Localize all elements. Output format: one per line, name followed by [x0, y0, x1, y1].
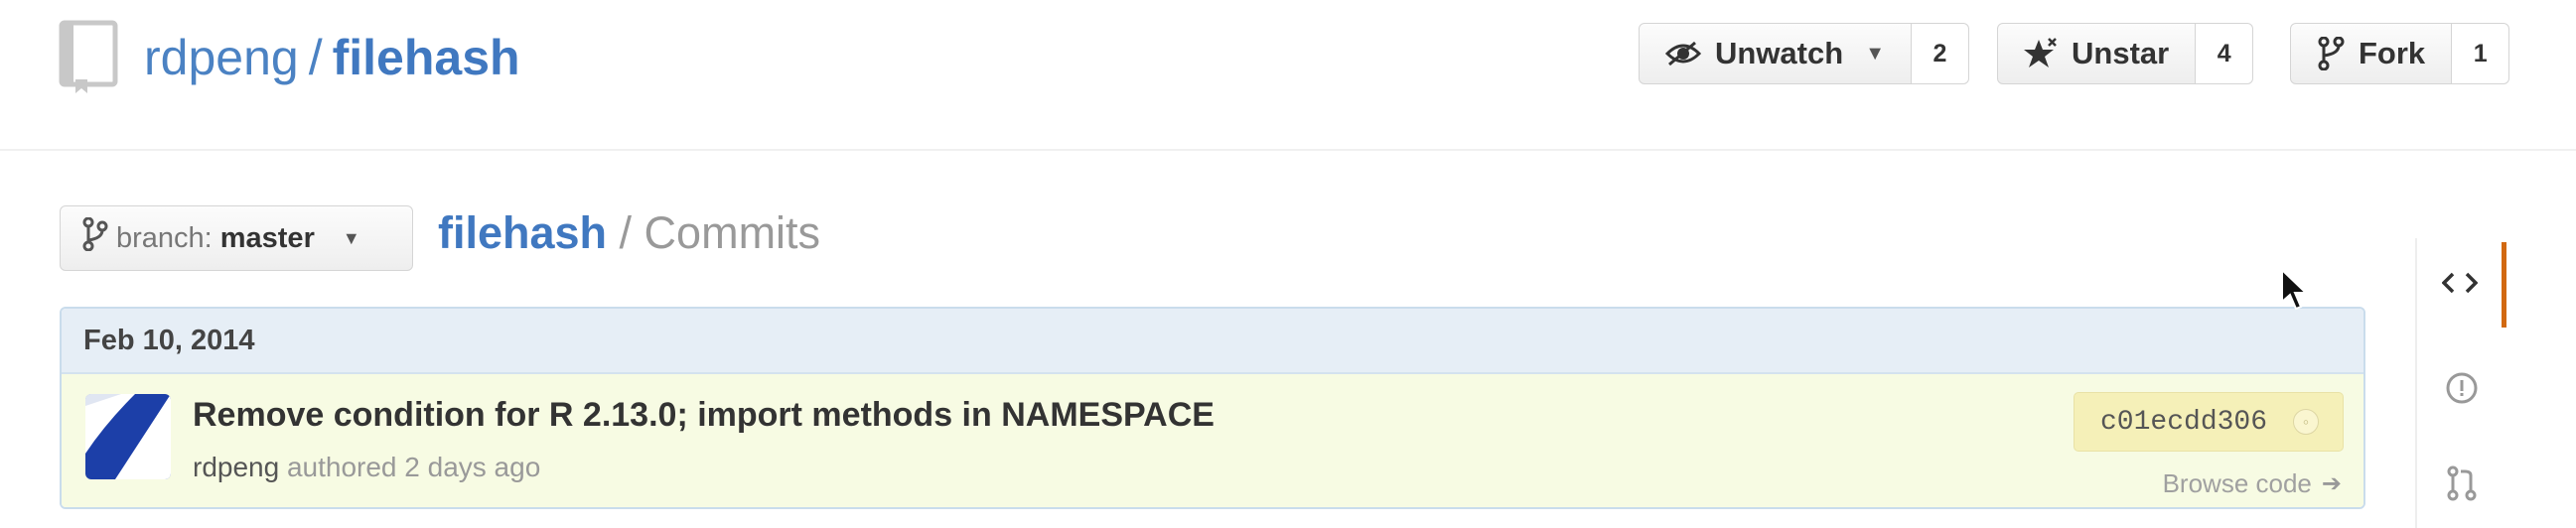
repo-owner-link[interactable]: rdpeng — [144, 30, 299, 85]
repo-name-link[interactable]: filehash — [333, 30, 520, 85]
avatar[interactable] — [85, 394, 171, 479]
repo-icon — [58, 20, 119, 93]
fork-label: Fork — [2359, 36, 2426, 70]
commit-row[interactable]: Remove condition for R 2.13.0; import me… — [62, 374, 2363, 507]
browse-code-link[interactable]: Browse code ➔ — [2163, 468, 2342, 499]
chevron-down-icon: ▼ — [1865, 42, 1885, 65]
fork-button[interactable]: Fork — [2290, 23, 2453, 84]
commit-message-link[interactable]: Remove condition for R 2.13.0; import me… — [193, 396, 1215, 435]
branch-icon — [82, 216, 108, 259]
repo-header: rdpeng / filehash Unwatch ▼ 2 Unstar 4 F… — [0, 0, 2576, 151]
commit-authored-time: authored 2 days ago — [279, 452, 541, 482]
commit-sha: c01ecdd306 — [2100, 406, 2268, 438]
sidenav-code[interactable] — [2417, 242, 2506, 328]
breadcrumb-current: / Commits — [607, 207, 821, 258]
commit-meta: rdpeng authored 2 days ago — [193, 452, 540, 483]
breadcrumb-repo-link[interactable]: filehash — [438, 207, 607, 258]
branch-selector[interactable]: branch: master ▼ — [60, 205, 413, 271]
unstar-button[interactable]: Unstar — [1997, 23, 2197, 84]
unstar-label: Unstar — [2072, 36, 2170, 70]
breadcrumb: filehash / Commits — [438, 205, 820, 261]
branch-prefix: branch: — [116, 221, 213, 254]
chevron-down-icon: ▼ — [342, 227, 360, 248]
stargazers-count[interactable]: 4 — [2196, 23, 2254, 84]
commit-group-date: Feb 10, 2014 — [62, 309, 2363, 374]
branch-name: master — [219, 221, 315, 254]
copy-sha-icon[interactable]: ◦ — [2293, 409, 2319, 435]
sidenav-issues[interactable] — [2417, 347, 2506, 433]
fork-group: Fork 1 — [2290, 23, 2510, 86]
arrow-right-icon: ➔ — [2321, 470, 2342, 497]
unwatch-button[interactable]: Unwatch ▼ — [1639, 23, 1912, 84]
commit-author-link[interactable]: rdpeng — [193, 452, 279, 482]
sidenav-pull-requests[interactable] — [2417, 443, 2506, 528]
commit-sha-button[interactable]: c01ecdd306 ◦ — [2074, 392, 2344, 452]
watchers-count[interactable]: 2 — [1911, 23, 1969, 84]
repo-title: rdpeng / filehash — [144, 28, 520, 87]
eye-icon — [1665, 41, 1701, 66]
commits-list: Feb 10, 2014 Remove condition for R 2.13… — [60, 307, 2365, 509]
browse-code-label: Browse code — [2162, 468, 2312, 498]
repo-title-separator: / — [308, 30, 323, 85]
watch-group: Unwatch ▼ 2 — [1639, 23, 1969, 86]
issues-icon — [2445, 371, 2479, 410]
repo-sidenav — [2415, 238, 2506, 528]
code-icon — [2441, 271, 2478, 300]
pull-request-icon — [2447, 465, 2477, 506]
fork-icon — [2317, 37, 2345, 70]
mouse-cursor-icon — [2280, 267, 2310, 312]
forks-count[interactable]: 1 — [2452, 23, 2510, 84]
star-icon — [2024, 38, 2058, 69]
star-group: Unstar 4 — [1997, 23, 2254, 86]
unwatch-label: Unwatch — [1715, 36, 1844, 70]
